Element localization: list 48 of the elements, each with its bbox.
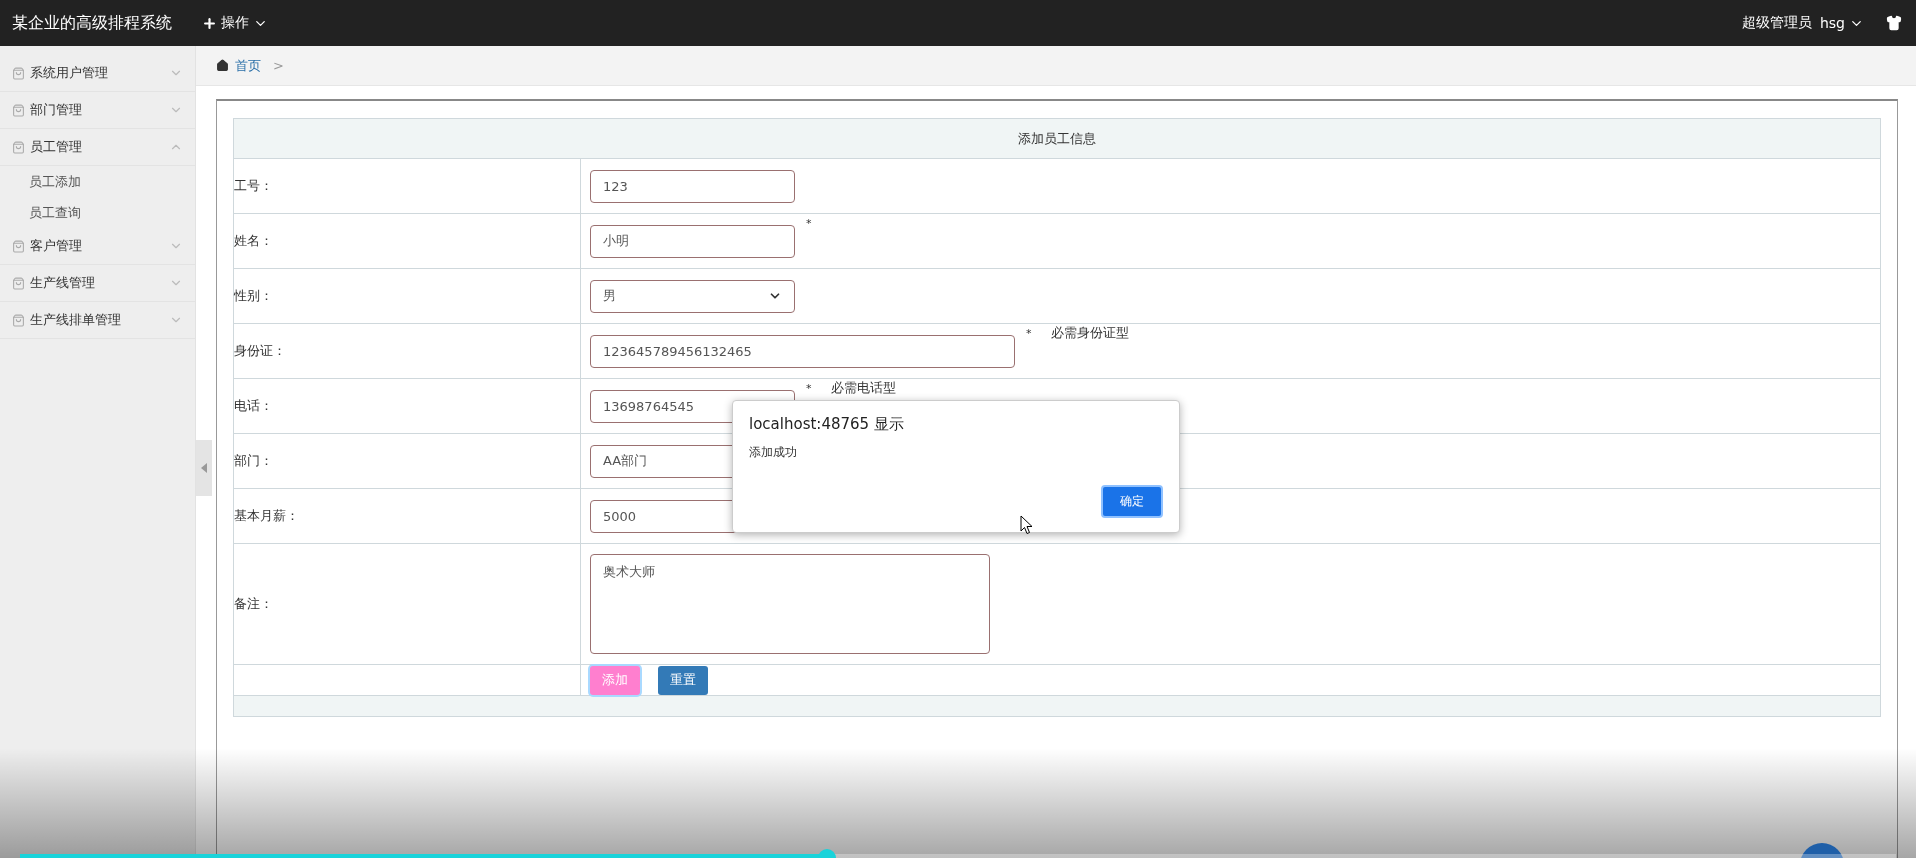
field-label: 工号： bbox=[234, 177, 273, 195]
app-title: 某企业的高级排程系统 bbox=[12, 12, 172, 34]
required-mark: * bbox=[806, 217, 812, 230]
video-progress[interactable] bbox=[20, 854, 1896, 858]
ok-button[interactable]: 确定 bbox=[1101, 485, 1163, 518]
plus-icon bbox=[202, 15, 217, 31]
sidebar-item[interactable]: 员工管理 bbox=[0, 129, 195, 166]
bag-icon bbox=[12, 66, 25, 80]
shirt-icon[interactable] bbox=[1886, 15, 1902, 31]
sidebar-item[interactable]: 生产线排单管理 bbox=[0, 302, 195, 339]
textarea-field[interactable]: 奥术大师 bbox=[590, 554, 990, 654]
sidebar-item[interactable]: 生产线管理 bbox=[0, 265, 195, 302]
breadcrumb-separator: > bbox=[273, 58, 284, 73]
reset-button[interactable]: 重置 bbox=[658, 665, 708, 695]
user-menu[interactable]: hsg bbox=[1819, 15, 1864, 31]
select-field[interactable]: 男 bbox=[590, 279, 795, 313]
dialog-message: 添加成功 bbox=[749, 444, 798, 461]
field-hint: 必需电话型 bbox=[831, 379, 896, 397]
field-label: 性别： bbox=[234, 287, 273, 305]
field-label: 身份证： bbox=[234, 342, 286, 360]
sidebar-item[interactable]: 系统用户管理 bbox=[0, 55, 195, 92]
required-mark: * bbox=[806, 382, 812, 395]
triangle-left-icon bbox=[201, 463, 207, 473]
required-mark: * bbox=[1026, 327, 1032, 340]
field-label: 备注： bbox=[234, 595, 273, 613]
field-label: 姓名： bbox=[234, 232, 273, 250]
sidebar-item[interactable]: 客户管理 bbox=[0, 228, 195, 265]
form-title: 添加员工信息 bbox=[234, 119, 1880, 159]
sidebar-item[interactable]: 部门管理 bbox=[0, 92, 195, 129]
home-icon bbox=[216, 59, 229, 72]
input-field[interactable]: 小明 bbox=[590, 224, 795, 258]
field-label: 基本月薪： bbox=[234, 507, 299, 525]
input-field[interactable]: 123645789456132465 bbox=[590, 334, 1015, 368]
bag-icon bbox=[12, 140, 25, 154]
user-role: 超级管理员 bbox=[1741, 14, 1812, 32]
sidebar-subitem[interactable]: 员工添加 bbox=[0, 166, 195, 197]
field-hint: 必需身份证型 bbox=[1051, 324, 1129, 342]
field-label: 部门： bbox=[234, 452, 273, 470]
bag-icon bbox=[12, 103, 25, 117]
operations-menu[interactable]: 操作 bbox=[202, 14, 268, 32]
breadcrumb-link[interactable]: 首页 bbox=[235, 56, 261, 75]
bag-icon bbox=[12, 276, 25, 290]
bag-icon bbox=[12, 239, 25, 253]
field-label: 电话： bbox=[234, 397, 273, 415]
sidebar-subitem[interactable]: 员工查询 bbox=[0, 197, 195, 228]
input-field[interactable]: 123 bbox=[590, 169, 795, 203]
bag-icon bbox=[12, 313, 25, 327]
sidebar-collapse-handle[interactable] bbox=[196, 440, 212, 496]
